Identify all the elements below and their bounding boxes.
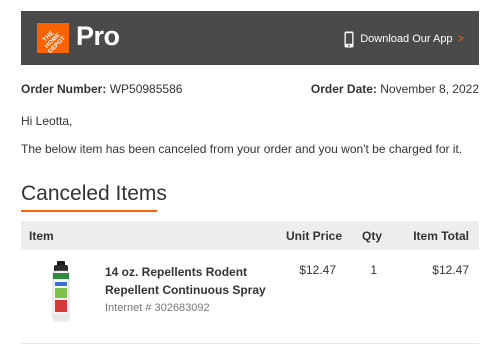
smartphone-icon: [344, 31, 354, 47]
table-bottom-divider: [21, 343, 479, 344]
chevron-right-icon: >: [457, 33, 464, 45]
table-row: 14 oz. Repellents Rodent Repellent Conti…: [21, 250, 479, 340]
order-date-label: Order Date:: [310, 82, 377, 96]
home-depot-logo[interactable]: THE HOME DEPOT: [37, 23, 69, 53]
column-header-qty: Qty: [361, 229, 382, 243]
order-date-value: November 8, 2022: [380, 82, 479, 96]
pro-brand-title: Pro: [76, 21, 120, 51]
column-header-item: Item: [29, 229, 54, 243]
download-app-link[interactable]: Download Our App >: [344, 30, 464, 48]
cancellation-message: The below item has been canceled from yo…: [21, 142, 463, 156]
product-name-link[interactable]: 14 oz. Repellents Rodent Repellent Conti…: [105, 263, 270, 299]
items-table-header: Item Unit Price Qty Item Total: [21, 221, 479, 250]
order-number-label: Order Number:: [21, 82, 107, 96]
column-header-unit-price: Unit Price: [285, 229, 342, 243]
internet-number: Internet # 302683092: [105, 302, 210, 314]
order-info-row: Order Number: WP50985586 Order Date: Nov…: [21, 82, 479, 96]
download-app-label: Download Our App: [360, 33, 453, 45]
order-number-value: WP50985586: [109, 82, 183, 96]
heading-underline: [21, 210, 157, 212]
canceled-items-heading: Canceled Items: [21, 182, 167, 205]
greeting-text: Hi Leotta,: [21, 114, 73, 128]
email-header-banner: THE HOME DEPOT Pro Download Our App >: [21, 11, 479, 65]
unit-price-value: $12.47: [299, 263, 336, 277]
qty-value: 1: [370, 263, 377, 277]
spray-can-product-image[interactable]: [49, 261, 73, 323]
order-date: Order Date: November 8, 2022: [311, 82, 479, 96]
item-total-value: $12.47: [432, 263, 469, 277]
column-header-item-total: Item Total: [413, 229, 469, 243]
logo-text: THE HOME DEPOT: [42, 30, 68, 53]
